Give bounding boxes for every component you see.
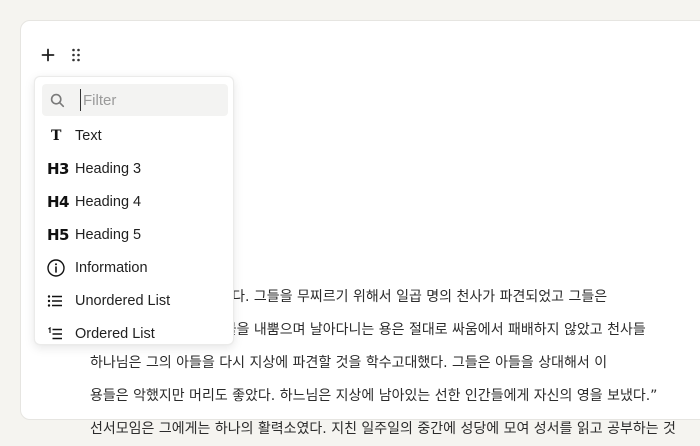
heading-3-icon: H3 bbox=[47, 159, 70, 178]
text-icon: T bbox=[51, 127, 62, 144]
info-icon bbox=[47, 258, 69, 278]
menu-item-label: Heading 4 bbox=[75, 193, 142, 210]
menu-item-text[interactable]: T Text bbox=[35, 119, 233, 152]
heading-5-icon: H5 bbox=[47, 225, 70, 244]
plus-icon[interactable] bbox=[40, 46, 56, 64]
menu-item-heading-3[interactable]: H3 Heading 3 bbox=[35, 152, 233, 185]
heading-4-icon: H4 bbox=[47, 192, 70, 211]
block-controls bbox=[40, 46, 84, 64]
menu-item-label: Ordered List bbox=[75, 325, 155, 342]
drag-handle-icon[interactable] bbox=[68, 46, 84, 64]
filter-field bbox=[42, 84, 228, 116]
menu-item-unordered-list[interactable]: Unordered List bbox=[35, 284, 233, 317]
unordered-list-icon bbox=[47, 291, 69, 311]
menu-item-heading-5[interactable]: H5 Heading 5 bbox=[35, 218, 233, 251]
menu-item-heading-4[interactable]: H4 Heading 4 bbox=[35, 185, 233, 218]
paragraph-line: 선서모임은 그에게는 하나의 활력소였다. 지친 일주일의 중간에 성당에 모여… bbox=[90, 421, 676, 437]
menu-list: T Text H3 Heading 3 H4 Heading 4 H5 Head… bbox=[35, 119, 233, 344]
menu-item-information[interactable]: Information bbox=[35, 251, 233, 284]
paragraph-line: 하나님은 그의 아들을 다시 지상에 파견할 것을 학수고대했다. 그들은 아들… bbox=[90, 355, 608, 371]
search-icon bbox=[50, 92, 66, 108]
filter-input[interactable] bbox=[80, 89, 220, 111]
menu-item-ordered-list[interactable]: Ordered List bbox=[35, 317, 233, 344]
menu-item-label: Text bbox=[75, 127, 102, 144]
paragraph-line: 용들은 악했지만 머리도 좋았다. 하느님은 지상에 남아있는 선한 인간들에게… bbox=[90, 388, 658, 404]
menu-item-label: Information bbox=[75, 259, 148, 276]
menu-item-label: Heading 5 bbox=[75, 226, 142, 243]
menu-item-label: Unordered List bbox=[75, 292, 171, 309]
block-type-menu: T Text H3 Heading 3 H4 Heading 4 H5 Head… bbox=[34, 76, 234, 345]
ordered-list-icon bbox=[47, 324, 69, 344]
menu-item-label: Heading 3 bbox=[75, 160, 142, 177]
